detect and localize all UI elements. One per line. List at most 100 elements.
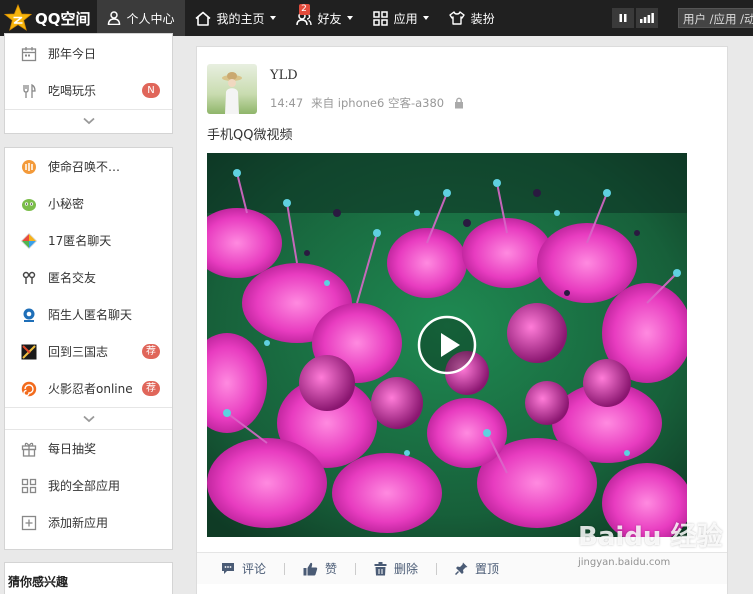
delete-label: 删除 <box>394 562 419 576</box>
search-input[interactable]: 用户 /应用 /动 <box>678 8 753 28</box>
anon-chat-icon <box>21 232 37 249</box>
gift-icon <box>21 442 37 457</box>
watermark-main-text: Baidu 经验 <box>578 522 723 552</box>
pause-button[interactable] <box>612 8 634 28</box>
post-source: 来自 iphone6 空客-a380 <box>311 96 445 110</box>
feed-post-card: YLD 14:47 来自 iphone6 空客-a380 手机QQ微视频 评论 … <box>196 46 728 594</box>
sidebar-item-label: 吃喝玩乐 <box>48 84 97 98</box>
sidebar-item-app[interactable]: 匿名交友 <box>5 259 172 296</box>
sidebar-panel-apps: 使命召唤不… 小秘密 17匿名聊天 匿名交友 陌生人匿名聊天 回到三国志 荐 火… <box>4 147 173 550</box>
divider <box>355 562 357 575</box>
chevron-down-icon <box>346 16 353 20</box>
sidebar-item-app[interactable]: 17匿名聊天 <box>5 222 172 259</box>
sidebar-item-app[interactable]: 小秘密 <box>5 185 172 222</box>
signal-button[interactable] <box>636 8 658 28</box>
sidebar-item-label: 那年今日 <box>48 47 97 61</box>
star-logo-icon <box>4 4 32 31</box>
interest-section-title: 猜你感兴趣 <box>8 575 69 589</box>
nav-personal-center[interactable]: 个人中心 <box>96 0 185 36</box>
sidebar-item-label: 每日抽奖 <box>48 442 97 456</box>
nav-label: 个人中心 <box>126 11 175 26</box>
qzone-logo[interactable]: QQ空间 <box>0 0 97 36</box>
calendar-icon <box>21 46 37 61</box>
sidebar-item-app[interactable]: 火影忍者online 荐 <box>5 370 172 407</box>
home-icon <box>195 11 211 26</box>
sidebar-item-label: 火影忍者online <box>48 382 133 396</box>
play-icon[interactable] <box>417 315 477 375</box>
sidebar-item-app[interactable]: 陌生人匿名聊天 <box>5 296 172 333</box>
sidebar-item-memories[interactable]: 那年今日 <box>5 35 172 72</box>
pin-button[interactable]: 置顶 <box>455 560 499 577</box>
user-icon <box>107 11 120 25</box>
post-time: 14:47 <box>270 96 304 110</box>
sidebar-item-add-app[interactable]: 添加新应用 <box>5 504 172 541</box>
sidebar-item-app[interactable]: 使命召唤不… <box>5 148 172 185</box>
chevron-down-icon <box>269 16 276 20</box>
trash-icon <box>374 561 387 575</box>
avatar-image <box>207 64 257 114</box>
pin-icon <box>455 562 468 575</box>
chevron-down-icon <box>82 415 95 422</box>
sidebar-item-daily-lottery[interactable]: 每日抽奖 <box>5 430 172 467</box>
avatar[interactable] <box>207 64 257 114</box>
nav-friends[interactable]: 2 好友 <box>286 0 363 36</box>
collapse-toggle[interactable] <box>5 109 172 131</box>
call-of-duty-icon <box>22 159 36 174</box>
baidu-watermark: Baidu 经验 jingyan.baidu.com <box>578 516 722 568</box>
nav-tools <box>612 8 660 28</box>
comment-label: 评论 <box>242 562 267 576</box>
comment-icon <box>222 563 234 574</box>
nav-my-homepage[interactable]: 我的主页 <box>185 0 286 36</box>
comment-button[interactable]: 评论 <box>221 560 266 577</box>
new-badge: N <box>142 83 160 98</box>
post-meta: 14:47 来自 iphone6 空客-a380 <box>270 95 464 111</box>
sidebar-item-label: 匿名交友 <box>48 271 97 285</box>
signal-bars-icon <box>640 13 654 23</box>
sidebar-item-app[interactable]: 回到三国志 荐 <box>5 333 172 370</box>
top-navigation-bar: QQ空间 个人中心 我的主页 2 好友 应用 装扮 用户 /应用 /动 <box>0 0 753 36</box>
sidebar-item-label: 我的全部应用 <box>48 479 121 493</box>
nav-label: 我的主页 <box>216 11 265 26</box>
recommend-badge: 荐 <box>142 381 160 396</box>
friends-badge: 2 <box>298 4 310 15</box>
nav-label: 好友 <box>317 11 342 26</box>
sidebar-tools-section: 每日抽奖 我的全部应用 添加新应用 <box>5 429 172 541</box>
post-text: 手机QQ微视频 <box>207 128 293 143</box>
naruto-icon <box>21 381 37 396</box>
pause-icon <box>619 14 627 22</box>
thumbs-up-icon <box>303 562 318 575</box>
plus-box-icon <box>21 515 37 530</box>
three-kingdoms-icon <box>21 344 37 359</box>
logo-text: QQ空间 <box>35 9 91 28</box>
sidebar-item-label: 添加新应用 <box>48 516 109 530</box>
grid-icon <box>21 478 37 493</box>
divider <box>436 562 438 575</box>
delete-button[interactable]: 删除 <box>374 560 418 577</box>
nav-label: 应用 <box>393 11 418 26</box>
collapse-toggle[interactable] <box>5 407 172 429</box>
chevron-down-icon <box>422 16 429 20</box>
lock-icon <box>455 97 464 109</box>
secret-icon <box>22 198 36 211</box>
sidebar-panel-top: 那年今日 吃喝玩乐 N <box>4 33 173 134</box>
post-author[interactable]: YLD <box>270 68 298 83</box>
sidebar-item-label: 回到三国志 <box>48 345 109 359</box>
sidebar-item-food-fun[interactable]: 吃喝玩乐 N <box>5 72 172 109</box>
watermark-sub-text: jingyan.baidu.com <box>578 557 671 568</box>
recommend-badge: 荐 <box>142 344 160 359</box>
chevron-down-icon <box>82 117 95 124</box>
nav-apps[interactable]: 应用 <box>363 0 439 36</box>
tshirt-icon <box>448 11 465 25</box>
like-label: 赞 <box>325 562 338 576</box>
sidebar-item-all-apps[interactable]: 我的全部应用 <box>5 467 172 504</box>
sidebar-item-label: 17匿名聊天 <box>48 234 112 248</box>
divider <box>284 562 286 575</box>
nav-label: 装扮 <box>470 11 495 26</box>
nav-dress-up[interactable]: 装扮 <box>439 0 505 36</box>
sidebar-item-label: 使命召唤不… <box>48 160 121 174</box>
like-button[interactable]: 赞 <box>303 560 337 577</box>
sidebar-item-label: 小秘密 <box>48 197 85 211</box>
sidebar-item-label: 陌生人匿名聊天 <box>48 308 133 322</box>
anon-friend-icon <box>22 271 36 284</box>
video-player[interactable] <box>207 153 687 537</box>
